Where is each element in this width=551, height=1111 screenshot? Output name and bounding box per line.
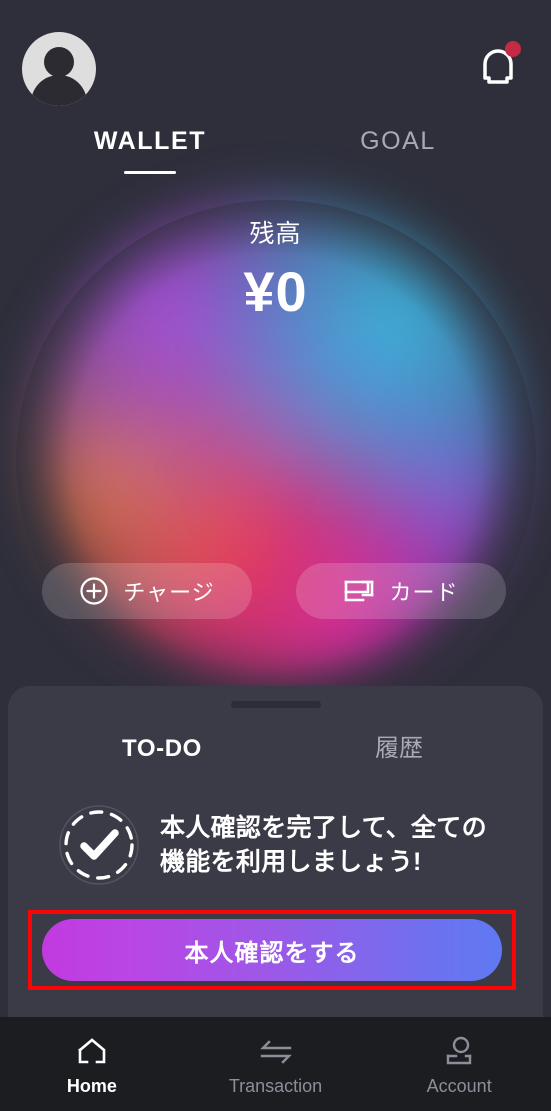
user-avatar[interactable] <box>22 32 96 106</box>
charge-button[interactable]: チャージ <box>42 563 252 619</box>
nav-item-home[interactable]: Home <box>0 1017 184 1111</box>
avatar-body-shape <box>31 75 87 106</box>
balance-block: 残高 ¥0 <box>0 218 551 322</box>
plus-circle-icon <box>80 577 108 605</box>
sheet-tabs: TO-DO 履歴 <box>8 732 543 774</box>
check-circle-dashed-icon <box>58 804 140 886</box>
tab-todo[interactable]: TO-DO <box>112 732 212 766</box>
balance-label: 残高 <box>249 220 302 248</box>
nav-item-account-label: Account <box>426 1075 492 1096</box>
person-icon <box>446 1036 472 1064</box>
balance-amount: ¥0 <box>243 260 308 323</box>
nav-item-transaction[interactable]: Transaction <box>184 1017 368 1111</box>
nav-item-account[interactable]: Account <box>367 1017 551 1111</box>
card-icon <box>345 580 374 602</box>
tab-wallet-label: WALLET <box>93 127 207 155</box>
todo-message-line1: 本人確認を完了して、全ての <box>160 814 487 842</box>
top-bar <box>0 0 551 120</box>
todo-message: 本人確認を完了して、全ての 機能を利用しましょう! <box>160 811 487 879</box>
wallet-app-screen: WALLET GOAL 残高 ¥0 チャージ カード TO-DO 履歴 本人確認… <box>0 0 551 1111</box>
wallet-actions: チャージ カード <box>0 563 551 619</box>
bottom-navigation-bar: Home Transaction Account <box>0 1017 551 1111</box>
todo-message-line2: 機能を利用しましょう! <box>160 848 422 876</box>
charge-button-label: チャージ <box>123 580 215 605</box>
home-icon <box>77 1037 106 1063</box>
card-button-label: カード <box>389 580 459 605</box>
swap-arrows-icon <box>259 1039 292 1064</box>
todo-item: 本人確認を完了して、全ての 機能を利用しましょう! <box>8 804 543 886</box>
tab-history[interactable]: 履歴 <box>356 732 442 766</box>
nav-item-home-label: Home <box>66 1075 117 1096</box>
tab-goal-label: GOAL <box>360 127 436 155</box>
avatar-head-shape <box>44 47 74 77</box>
card-button[interactable]: カード <box>296 563 506 619</box>
notification-badge-dot <box>505 41 521 57</box>
identity-verification-button[interactable]: 本人確認をする <box>42 919 502 981</box>
notification-bell-button[interactable] <box>473 40 523 92</box>
wallet-goal-tabs: WALLET GOAL <box>0 126 551 196</box>
nav-item-transaction-label: Transaction <box>228 1075 323 1096</box>
sheet-drag-handle[interactable] <box>230 701 321 708</box>
tab-wallet-underline <box>124 171 176 174</box>
tab-wallet[interactable]: WALLET <box>74 126 226 174</box>
tab-goal[interactable]: GOAL <box>322 126 474 156</box>
